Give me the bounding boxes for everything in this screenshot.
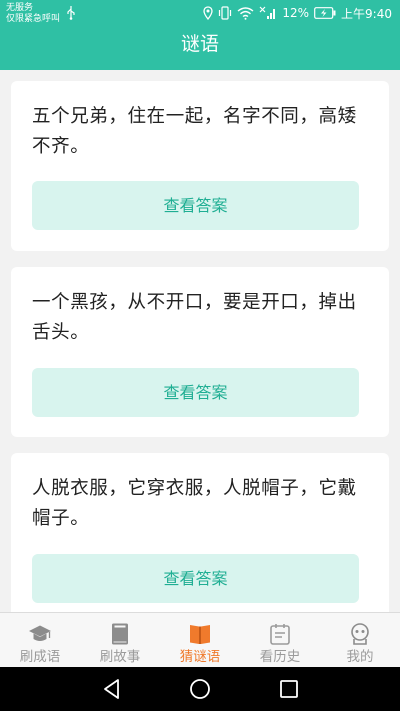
tab-label: 刷成语 (19, 649, 61, 665)
app-header: 无服务 仅限紧急呼叫 12% 上午9:40 谜语 (0, 0, 400, 70)
battery-percent: 12% (282, 6, 310, 20)
tab-mine[interactable]: 我的 (320, 613, 400, 668)
tab-label: 猜谜语 (179, 649, 221, 665)
system-nav-bar (0, 667, 400, 711)
riddle-text: 五个兄弟，住在一起，名字不同，高矮不齐。 (32, 106, 357, 157)
tab-idioms[interactable]: 刷成语 (0, 613, 80, 668)
calendar-icon (270, 624, 290, 645)
tab-history[interactable]: 看历史 (240, 613, 320, 668)
tab-label: 看历史 (259, 649, 301, 665)
robot-avatar-icon (351, 623, 369, 645)
back-icon[interactable] (100, 677, 124, 701)
status-right: 12% 上午9:40 (203, 5, 392, 21)
page-title: 谜语 (180, 33, 219, 55)
wifi-icon (237, 7, 254, 20)
riddle-card: 人脱衣服，它穿衣服，人脱帽子，它戴帽子。 查看答案 (11, 453, 389, 623)
riddle-text: 人脱衣服，它穿衣服，人脱帽子，它戴帽子。 (32, 478, 357, 529)
carrier-line-1: 无服务 (6, 3, 34, 13)
carrier-info: 无服务 仅限紧急呼叫 (6, 3, 60, 25)
clock: 上午9:40 (341, 6, 392, 21)
carrier-line-2: 仅限紧急呼叫 (6, 14, 61, 24)
riddle-card: 一个黑孩，从不开口，要是开口，掉出舌头。 查看答案 (11, 267, 389, 437)
tab-label: 我的 (346, 649, 374, 665)
location-icon (203, 6, 214, 20)
view-answer-button[interactable]: 查看答案 (32, 181, 359, 230)
riddle-card: 五个兄弟，住在一起，名字不同，高矮不齐。 查看答案 (11, 81, 389, 251)
riddle-text: 一个黑孩，从不开口，要是开口，掉出舌头。 (32, 292, 357, 343)
vibrate-icon (219, 6, 232, 20)
tab-label: 刷故事 (99, 649, 141, 665)
usb-icon (67, 6, 75, 20)
status-bar: 无服务 仅限紧急呼叫 12% 上午9:40 (0, 0, 400, 28)
open-book-icon (190, 625, 210, 644)
tab-riddles[interactable]: 猜谜语 (160, 613, 240, 668)
graduation-cap-icon (29, 625, 51, 641)
view-answer-button[interactable]: 查看答案 (32, 554, 359, 603)
bottom-tab-bar: 刷成语 刷故事 猜谜语 看历史 我的 (0, 612, 400, 667)
tab-stories[interactable]: 刷故事 (80, 613, 160, 668)
view-answer-button[interactable]: 查看答案 (32, 368, 359, 417)
battery-charging-icon (314, 7, 336, 19)
book-icon (112, 623, 128, 645)
no-signal-icon (259, 6, 276, 19)
recent-apps-icon[interactable] (277, 677, 301, 701)
home-icon[interactable] (188, 677, 212, 701)
